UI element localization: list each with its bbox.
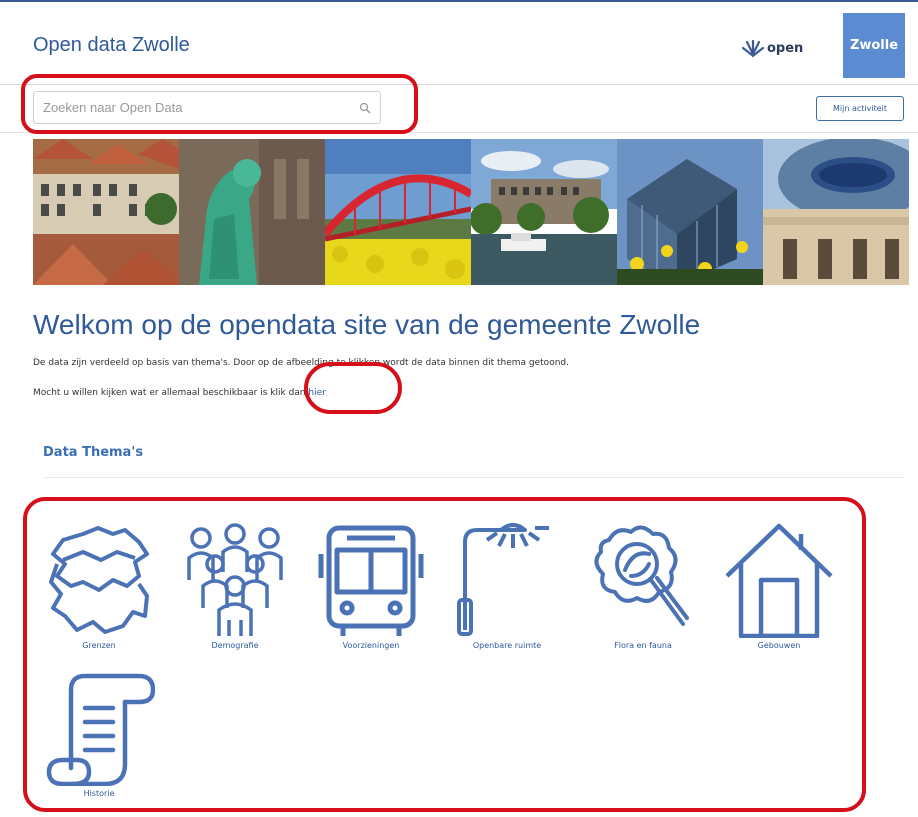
house-icon	[725, 523, 833, 638]
search-divider	[0, 132, 918, 133]
zwolle-brand-box[interactable]: Zwolle	[843, 13, 905, 78]
search-box[interactable]	[33, 91, 381, 124]
banner-image-harbour	[471, 139, 617, 285]
banner-image-old-town	[33, 139, 179, 285]
scroll-icon	[46, 673, 155, 786]
theme-gebouwen[interactable]: Gebouwen	[717, 520, 841, 660]
header: Open data Zwolle open Zwolle	[0, 2, 918, 86]
search-icon[interactable]	[359, 102, 371, 114]
theme-label: Gebouwen	[757, 641, 801, 650]
banner-image-dome-museum	[763, 139, 909, 285]
theme-label: Flora en fauna	[614, 641, 672, 650]
my-activity-button[interactable]: Mijn activiteit	[816, 96, 904, 121]
theme-grenzen[interactable]: Grenzen	[37, 520, 161, 660]
header-divider	[0, 84, 918, 85]
people-group-icon	[187, 523, 283, 636]
themes-grid: Grenzen Demografie Voorzieningen Openbar…	[37, 520, 847, 810]
open-logo[interactable]: open	[742, 38, 803, 58]
theme-voorzieningen[interactable]: Voorzieningen	[309, 520, 433, 660]
theme-historie[interactable]: Historie	[37, 668, 161, 808]
map-borders-icon	[49, 526, 149, 634]
banner-image-statue	[179, 139, 325, 285]
magnifier-leaf-icon	[594, 525, 689, 626]
open-hand-icon	[742, 39, 764, 58]
banner-strip	[33, 139, 909, 285]
theme-openbare-ruimte[interactable]: Openbare ruimte	[445, 520, 569, 660]
section-divider	[43, 477, 905, 478]
theme-flora-en-fauna[interactable]: Flora en fauna	[581, 520, 705, 660]
theme-label: Historie	[83, 789, 115, 798]
theme-label: Grenzen	[82, 641, 116, 650]
intro-link-prefix: Mocht u willen kijken wat er allemaal be…	[33, 388, 309, 398]
street-lamp-icon	[457, 523, 549, 636]
theme-label: Openbare ruimte	[472, 641, 542, 650]
theme-demografie[interactable]: Demografie	[173, 520, 297, 660]
here-link[interactable]: hier	[308, 388, 325, 398]
welcome-heading: Welkom op de opendata site van de gemeen…	[33, 309, 701, 340]
intro-text-link-line: Mocht u willen kijken wat er allemaal be…	[33, 388, 326, 398]
data-themes-heading: Data Thema's	[43, 445, 144, 460]
bus-icon	[318, 525, 424, 636]
banner-image-cube-buildings	[617, 139, 763, 285]
theme-label: Voorzieningen	[342, 641, 400, 650]
intro-text: De data zijn verdeeld op basis van thema…	[33, 358, 569, 368]
banner-image-bridge	[325, 139, 471, 285]
theme-label: Demografie	[211, 641, 259, 650]
search-input[interactable]	[34, 92, 380, 123]
open-logo-text: open	[767, 40, 804, 56]
site-title[interactable]: Open data Zwolle	[33, 34, 190, 57]
